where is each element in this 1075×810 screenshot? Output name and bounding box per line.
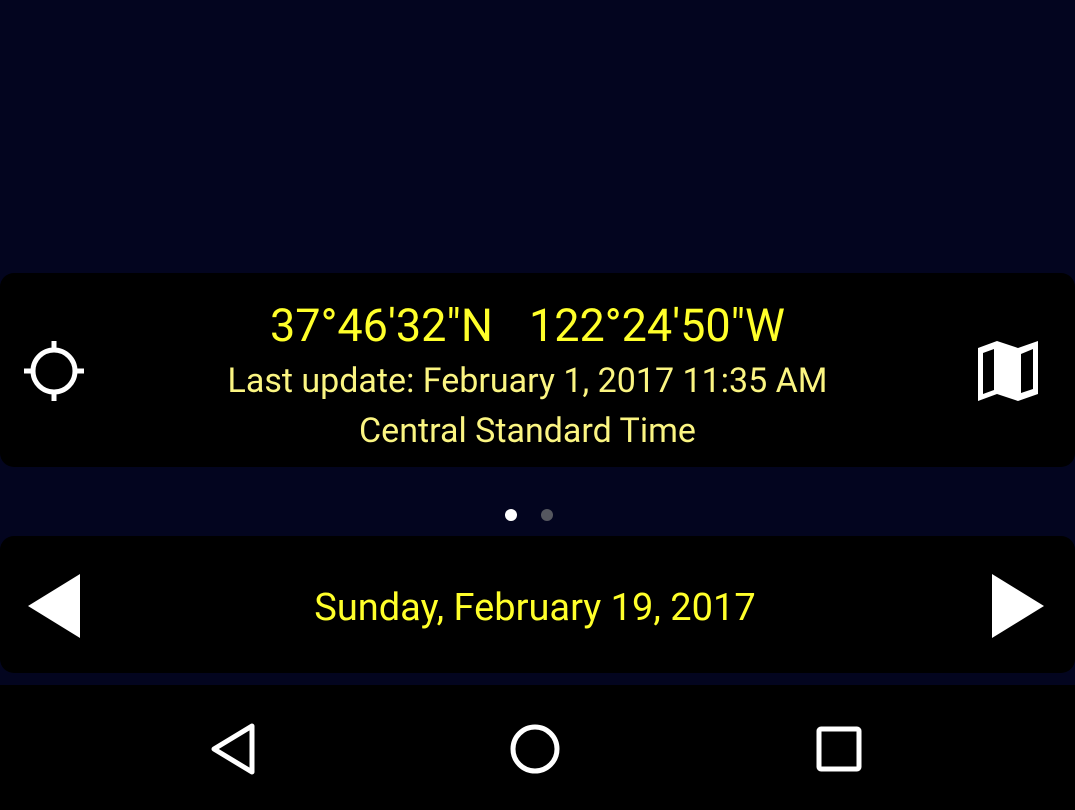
app-screen: 37°46'32"N 122°24'50"W Last update: Febru… bbox=[0, 0, 1075, 810]
date-selector-card: Sunday, February 19, 2017 bbox=[0, 536, 1075, 673]
last-update-text: Last update: February 1, 2017 11:35 AM bbox=[227, 361, 828, 401]
system-navigation-bar bbox=[0, 685, 1075, 810]
triangle-right-icon bbox=[992, 574, 1044, 638]
nav-back-button[interactable] bbox=[200, 717, 264, 781]
location-card: 37°46'32"N 122°24'50"W Last update: Febru… bbox=[0, 273, 1075, 467]
selected-date[interactable]: Sunday, February 19, 2017 bbox=[0, 586, 1070, 630]
page-indicator bbox=[0, 509, 1075, 521]
folded-map-icon bbox=[978, 341, 1038, 401]
next-day-button[interactable] bbox=[978, 566, 1058, 646]
map-button[interactable] bbox=[968, 331, 1048, 411]
longitude-text: 122°24'50"W bbox=[528, 299, 785, 352]
page-dot-inactive[interactable] bbox=[541, 509, 553, 521]
page-dot-active[interactable] bbox=[505, 509, 517, 521]
back-triangle-icon bbox=[211, 723, 255, 775]
nav-home-button[interactable] bbox=[503, 717, 567, 781]
home-circle-icon bbox=[510, 724, 560, 774]
coordinates: 37°46'32"N 122°24'50"W bbox=[0, 301, 1055, 351]
nav-recents-button[interactable] bbox=[807, 717, 871, 781]
latitude-text: 37°46'32"N bbox=[270, 299, 493, 352]
recents-square-icon bbox=[816, 726, 862, 772]
timezone-text: Central Standard Time bbox=[359, 411, 696, 451]
